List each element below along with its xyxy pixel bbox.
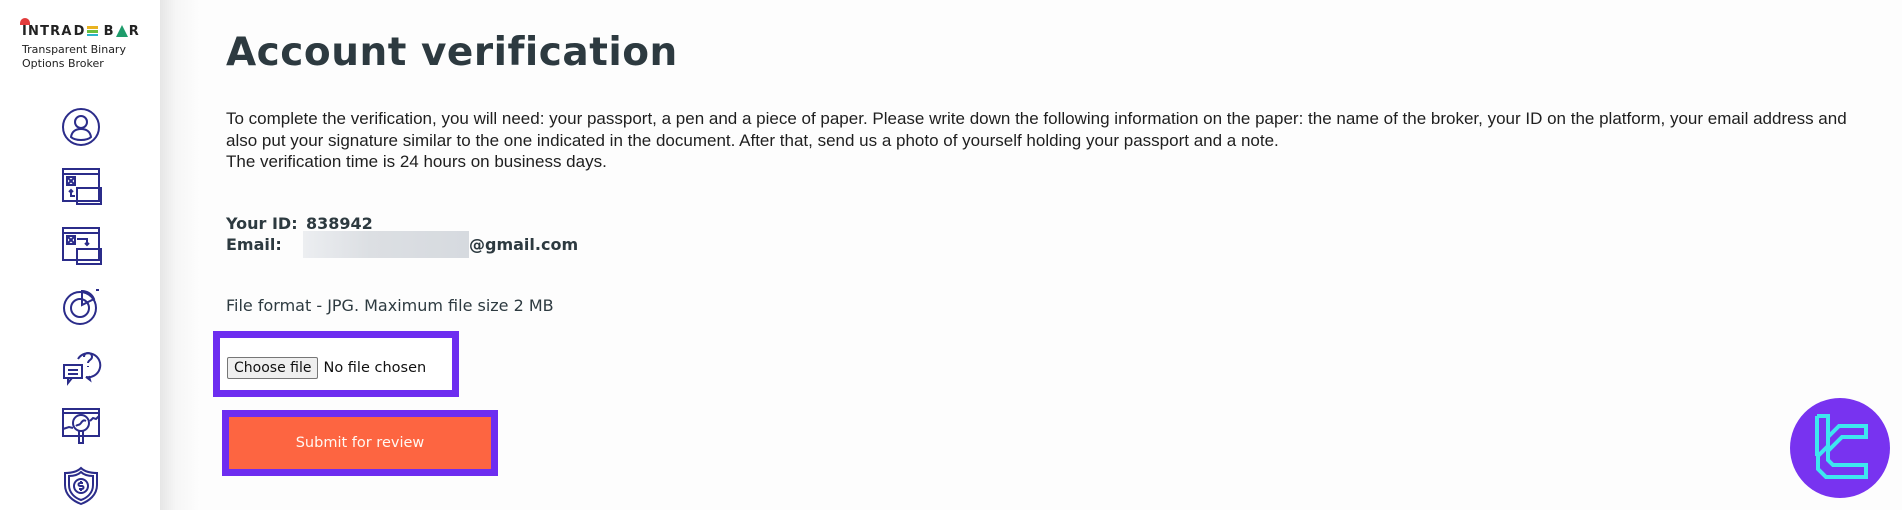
file-upload-highlight: Choose file No file chosen <box>213 331 459 397</box>
wallet-withdraw-icon <box>62 227 102 265</box>
santa-hat-icon <box>20 18 30 25</box>
wallet-deposit-icon <box>62 168 102 205</box>
choose-file-button[interactable]: Choose file <box>227 356 319 379</box>
page-title: Account verification <box>226 30 678 75</box>
account-info: Your ID: 838942 Email: @gmail.com <box>226 213 579 258</box>
sidebar-item-withdrawal[interactable] <box>58 223 104 269</box>
shield-dollar-icon <box>64 466 98 506</box>
tree-icon <box>115 25 128 37</box>
sidebar-item-security[interactable] <box>58 463 104 509</box>
sidebar-item-deposit[interactable] <box>58 164 104 210</box>
watermark-logo <box>1790 398 1890 498</box>
submit-highlight: Submit for review <box>222 410 498 476</box>
sidebar-item-analytics[interactable] <box>58 403 104 449</box>
sidebar-item-profile[interactable] <box>58 104 104 150</box>
submit-for-review-button[interactable]: Submit for review <box>229 417 491 469</box>
sidebar: INTRA D BR Transparent Binary Options Bro… <box>0 0 160 510</box>
pie-chart-icon <box>63 289 99 325</box>
sidebar-item-statistics[interactable] <box>58 283 104 329</box>
file-format-note: File format - JPG. Maximum file size 2 M… <box>226 296 554 315</box>
email-redacted <box>303 231 469 258</box>
email-row: Email: @gmail.com <box>226 231 579 258</box>
chart-magnifier-icon <box>62 408 100 444</box>
tc-logo-icon <box>1815 414 1868 479</box>
sidebar-shadow <box>160 0 200 510</box>
file-status: No file chosen <box>323 359 427 376</box>
brand-logo[interactable]: INTRA D BR Transparent Binary Options Bro… <box>20 18 140 70</box>
email-domain: @gmail.com <box>469 235 579 254</box>
email-label: Email: <box>226 235 282 254</box>
user-circle-icon <box>62 108 100 146</box>
id-label: Your ID: <box>226 214 298 233</box>
verification-time-note: The verification time is 24 hours on bus… <box>226 152 607 171</box>
instructions: To complete the verification, you will n… <box>226 108 1876 173</box>
chat-question-icon <box>63 351 102 386</box>
brand-tagline: Transparent Binary Options Broker <box>22 43 126 70</box>
logo-wordmark: INTRA D BR <box>20 18 140 40</box>
instructions-paragraph: To complete the verification, you will n… <box>226 109 1847 150</box>
sidebar-item-support[interactable] <box>58 343 104 389</box>
logo-stripes-icon <box>86 26 98 36</box>
